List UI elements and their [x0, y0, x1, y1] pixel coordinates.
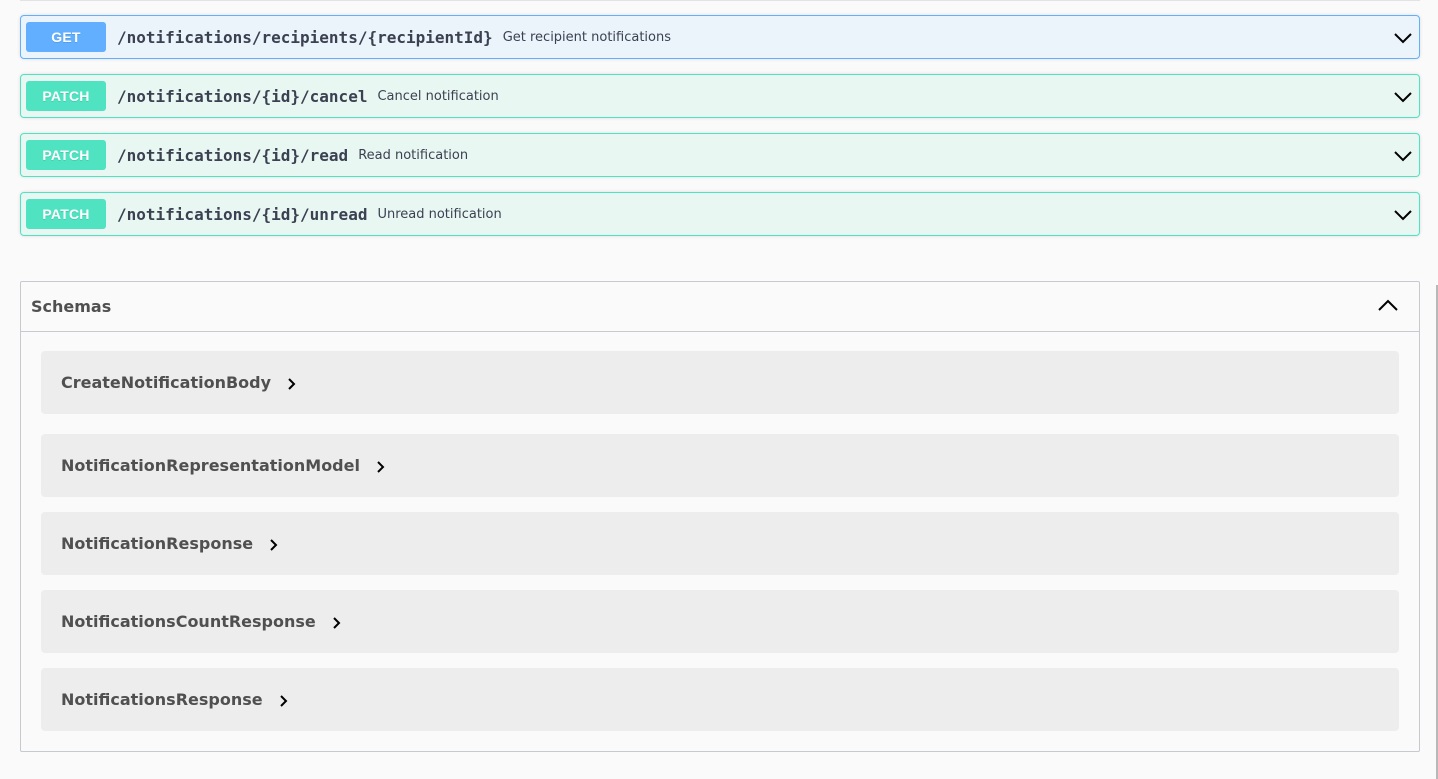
chevron-down-icon[interactable] — [1393, 87, 1413, 107]
model-name: CreateNotificationBody — [61, 373, 272, 392]
operation-get-recipient-notifications[interactable]: GET /notifications/recipients/{recipient… — [20, 15, 1420, 59]
chevron-right-icon[interactable] — [267, 538, 281, 552]
operation-path: /notifications/recipients/{recipientId} — [117, 27, 493, 47]
chevron-down-icon[interactable] — [1393, 146, 1413, 166]
model-name: NotificationsCountResponse — [61, 612, 316, 631]
operation-path: /notifications/{id}/read — [117, 145, 349, 165]
operation-summary: Cancel notification — [377, 88, 499, 104]
model-name: NotificationRepresentationModel — [61, 456, 360, 475]
operation-patch-read[interactable]: PATCH /notifications/{id}/read Read noti… — [20, 133, 1420, 177]
method-badge: PATCH — [26, 140, 106, 170]
chevron-right-icon[interactable] — [277, 694, 291, 708]
section-divider — [20, 0, 1420, 1]
chevron-right-icon[interactable] — [374, 460, 388, 474]
schemas-header[interactable]: Schemas — [21, 282, 1419, 332]
operation-path: /notifications/{id}/unread — [117, 204, 368, 224]
operation-summary: Get recipient notifications — [502, 29, 672, 45]
swagger-page: GET /notifications/recipients/{recipient… — [0, 0, 1438, 779]
schemas-section: Schemas CreateNotificationBody Notificat… — [20, 281, 1420, 752]
operation-path: /notifications/{id}/cancel — [117, 86, 368, 106]
operation-summary: Unread notification — [377, 206, 502, 222]
chevron-down-icon[interactable] — [1393, 205, 1413, 225]
model-notifications-count-response[interactable]: NotificationsCountResponse — [41, 590, 1399, 653]
method-badge: PATCH — [26, 199, 106, 229]
model-notifications-response[interactable]: NotificationsResponse — [41, 668, 1399, 731]
operation-patch-cancel[interactable]: PATCH /notifications/{id}/cancel Cancel … — [20, 74, 1420, 118]
model-name: NotificationsResponse — [61, 690, 263, 709]
model-create-notification-body[interactable]: CreateNotificationBody — [41, 351, 1399, 414]
operation-patch-unread[interactable]: PATCH /notifications/{id}/unread Unread … — [20, 192, 1420, 236]
method-badge: GET — [26, 22, 106, 52]
model-list: CreateNotificationBody NotificationRepre… — [41, 351, 1399, 731]
chevron-right-icon[interactable] — [285, 377, 299, 391]
model-notification-representation-model[interactable]: NotificationRepresentationModel — [41, 434, 1399, 497]
operation-list: GET /notifications/recipients/{recipient… — [20, 15, 1420, 251]
method-badge: PATCH — [26, 81, 106, 111]
chevron-right-icon[interactable] — [330, 616, 344, 630]
model-name: NotificationResponse — [61, 534, 254, 553]
chevron-down-icon[interactable] — [1393, 28, 1413, 48]
schemas-title: Schemas — [31, 297, 112, 316]
operation-summary: Read notification — [358, 147, 469, 163]
chevron-up-icon[interactable] — [1377, 295, 1399, 317]
model-notification-response[interactable]: NotificationResponse — [41, 512, 1399, 575]
